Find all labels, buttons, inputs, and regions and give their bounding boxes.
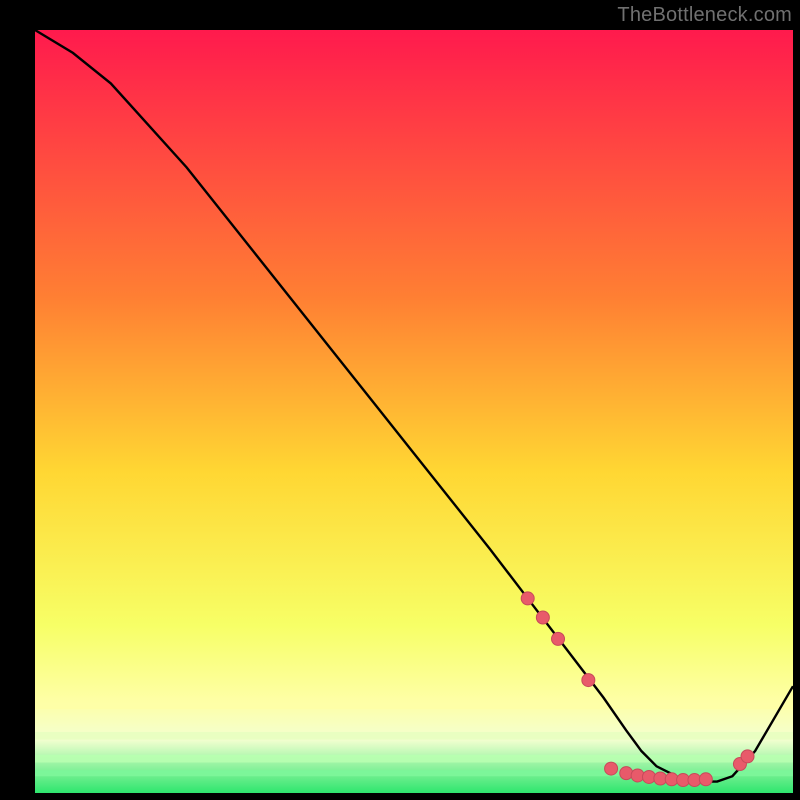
highlight-dot	[521, 592, 534, 605]
color-band	[35, 701, 793, 709]
highlight-dot	[552, 632, 565, 645]
gradient-background	[35, 30, 793, 793]
highlight-dot	[536, 611, 549, 624]
watermark-text: TheBottleneck.com	[617, 4, 792, 27]
highlight-dot	[582, 674, 595, 687]
highlight-dot	[741, 750, 754, 763]
highlight-dot	[605, 762, 618, 775]
highlight-dot	[620, 767, 633, 780]
chart-stage: TheBottleneck.com	[0, 0, 800, 800]
highlight-dot	[699, 773, 712, 786]
bottleneck-plot	[0, 0, 800, 800]
color-band	[35, 732, 793, 740]
color-band	[35, 755, 793, 763]
